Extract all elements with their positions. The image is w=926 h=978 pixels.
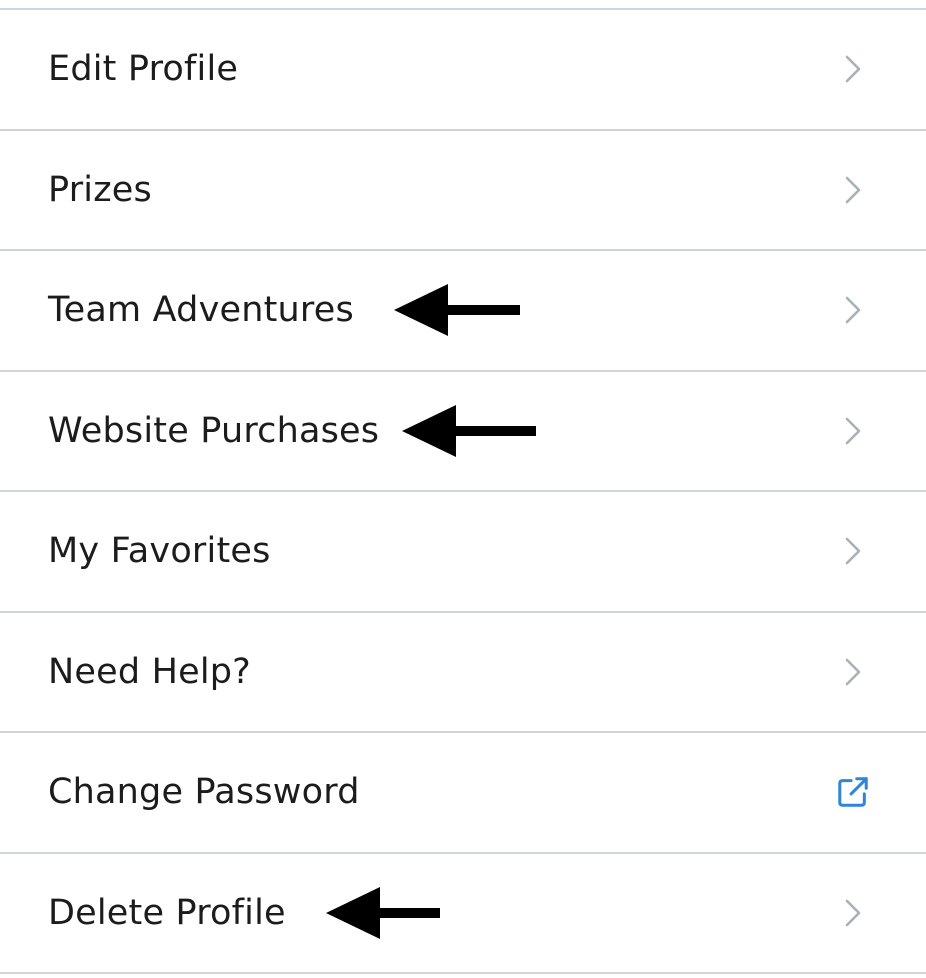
menu-item-label: Team Adventures: [48, 290, 354, 331]
menu-item-prizes[interactable]: Prizes: [0, 131, 926, 251]
menu-item-label: Website Purchases: [48, 410, 380, 451]
chevron-right-icon: [836, 414, 870, 448]
chevron-right-icon: [836, 52, 870, 86]
chevron-right-icon: [836, 655, 870, 689]
menu-item-label: Prizes: [48, 169, 152, 210]
menu-item-need-help[interactable]: Need Help?: [0, 613, 926, 733]
chevron-right-icon: [836, 896, 870, 930]
menu-item-delete-profile[interactable]: Delete Profile: [0, 854, 926, 974]
menu-item-change-password[interactable]: Change Password: [0, 733, 926, 854]
chevron-right-icon: [836, 293, 870, 327]
menu-item-label: Edit Profile: [48, 49, 239, 90]
menu-item-my-favorites[interactable]: My Favorites: [0, 492, 926, 613]
profile-menu-list: Edit Profile Prizes Team Adventures Webs…: [0, 8, 926, 974]
chevron-right-icon: [836, 534, 870, 568]
menu-item-label: Delete Profile: [48, 892, 286, 933]
menu-item-website-purchases[interactable]: Website Purchases: [0, 372, 926, 492]
annotation-arrow-icon: [394, 284, 520, 337]
annotation-arrow-icon: [402, 404, 536, 457]
external-link-icon: [836, 775, 870, 809]
menu-item-label: My Favorites: [48, 531, 271, 572]
menu-item-label: Need Help?: [48, 651, 251, 692]
menu-item-edit-profile[interactable]: Edit Profile: [0, 10, 926, 131]
menu-item-team-adventures[interactable]: Team Adventures: [0, 251, 926, 372]
chevron-right-icon: [836, 173, 870, 207]
annotation-arrow-icon: [326, 886, 440, 939]
menu-item-label: Change Password: [48, 772, 360, 813]
